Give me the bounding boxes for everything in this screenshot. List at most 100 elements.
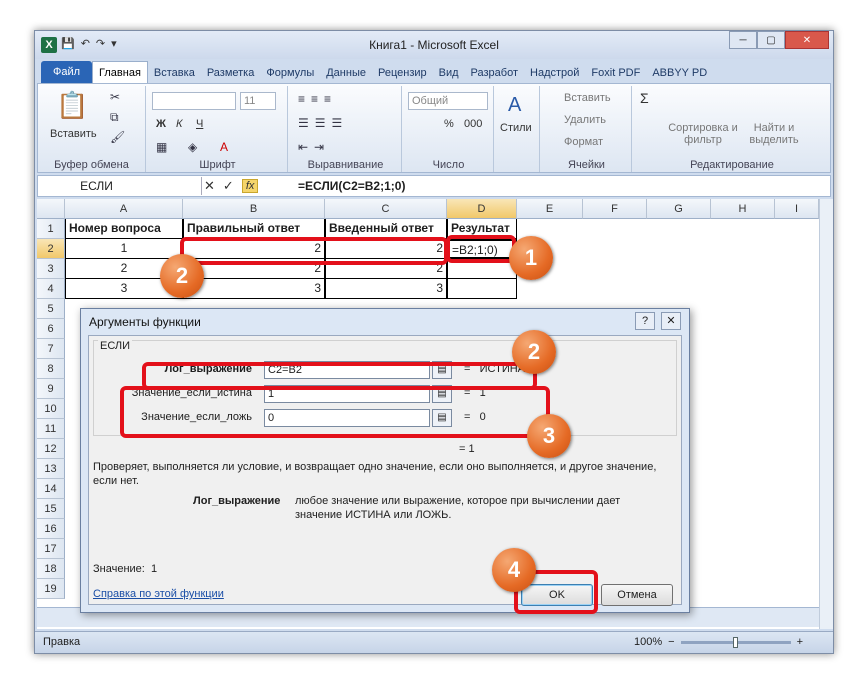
dialog-close-button[interactable]: ✕ <box>661 312 681 330</box>
tab-home[interactable]: Главная <box>92 61 148 83</box>
format-cells-button[interactable]: Формат <box>564 136 603 148</box>
row-header[interactable]: 12 <box>37 439 65 459</box>
cell-b1[interactable]: Правильный ответ <box>183 219 325 239</box>
percent-button[interactable]: % <box>444 118 454 130</box>
font-color-icon[interactable]: A <box>220 140 228 154</box>
row-header[interactable]: 5 <box>37 299 65 319</box>
zoom-in-button[interactable]: + <box>797 636 803 648</box>
help-button[interactable]: ? <box>635 312 655 330</box>
column-header[interactable]: I <box>775 199 819 219</box>
row-header[interactable]: 18 <box>37 559 65 579</box>
paste-button[interactable]: Вставить <box>50 128 97 140</box>
tab-formulas[interactable]: Формулы <box>260 62 320 83</box>
tab-data[interactable]: Данные <box>320 62 372 83</box>
enter-icon[interactable]: ✓ <box>223 178 234 194</box>
cancel-icon[interactable]: ✕ <box>204 178 215 194</box>
row-header[interactable]: 16 <box>37 519 65 539</box>
select-all[interactable] <box>37 199 65 219</box>
copy-icon[interactable]: ⧉ <box>110 110 119 125</box>
column-header[interactable]: F <box>583 199 647 219</box>
styles-icon[interactable]: A <box>508 94 521 117</box>
tab-review[interactable]: Рецензир <box>372 62 433 83</box>
column-header[interactable]: G <box>647 199 711 219</box>
zoom-slider-knob[interactable] <box>732 636 738 648</box>
cell-a2[interactable]: 1 <box>65 239 183 259</box>
function-help-link[interactable]: Справка по этой функции <box>93 588 224 600</box>
row-header[interactable]: 15 <box>37 499 65 519</box>
column-header[interactable]: C <box>325 199 447 219</box>
row-header[interactable]: 19 <box>37 579 65 599</box>
column-header[interactable]: D <box>447 199 517 219</box>
thousands-button[interactable]: 000 <box>464 118 482 130</box>
cancel-button[interactable]: Отмена <box>601 584 673 606</box>
cut-icon[interactable]: ✂ <box>110 90 120 104</box>
arg-help-text: любое значение или выражение, которое пр… <box>295 495 621 521</box>
number-group-label: Число <box>432 159 465 171</box>
row-header[interactable]: 17 <box>37 539 65 559</box>
zoom-level[interactable]: 100% <box>634 636 662 648</box>
row-header[interactable]: 9 <box>37 379 65 399</box>
column-header[interactable]: E <box>517 199 583 219</box>
formula-bar: ЕСЛИ ✕ ✓ fx =ЕСЛИ(C2=B2;1;0) <box>37 175 831 197</box>
row-header[interactable]: 3 <box>37 259 65 279</box>
font-size-combo[interactable]: 11 <box>240 92 276 110</box>
cell-b4[interactable]: 3 <box>183 279 325 299</box>
tab-foxit[interactable]: Foxit PDF <box>585 62 646 83</box>
tab-abbyy[interactable]: ABBYY PD <box>646 62 713 83</box>
name-box[interactable]: ЕСЛИ <box>42 177 202 195</box>
format-painter-icon[interactable]: 🖌 <box>110 130 125 144</box>
tab-addins[interactable]: Надстрой <box>524 62 585 83</box>
maximize-button[interactable]: ▢ <box>757 31 785 49</box>
font-group-label: Шрифт <box>199 159 236 171</box>
sort-filter-button[interactable]: Сортировка и фильтр <box>668 122 738 146</box>
paste-icon[interactable]: 📋 <box>56 90 88 121</box>
alignment-group: ≡≡≡ ☰☰☰ ⇤⇥ Выравнивание <box>290 86 402 172</box>
autosum-icon[interactable]: Σ <box>640 90 649 106</box>
row-header[interactable]: 6 <box>37 319 65 339</box>
delete-cells-button[interactable]: Удалить <box>564 114 606 126</box>
tab-view[interactable]: Вид <box>433 62 465 83</box>
column-header[interactable]: H <box>711 199 775 219</box>
insert-function-icon[interactable]: fx <box>241 179 259 193</box>
zoom-control: 100% − + <box>634 636 803 648</box>
cell-c1[interactable]: Введенный ответ <box>325 219 447 239</box>
find-select-button[interactable]: Найти и выделить <box>744 122 804 146</box>
tab-developer[interactable]: Разработ <box>465 62 524 83</box>
close-button[interactable]: ✕ <box>785 31 829 49</box>
row-header[interactable]: 2 <box>37 239 65 259</box>
tab-insert[interactable]: Вставка <box>148 62 201 83</box>
bold-button[interactable]: Ж <box>156 118 166 130</box>
italic-button[interactable]: К <box>176 118 182 130</box>
underline-button[interactable]: Ч <box>196 118 203 130</box>
styles-button[interactable]: Стили <box>500 122 532 134</box>
row-header[interactable]: 7 <box>37 339 65 359</box>
formula-input[interactable]: =ЕСЛИ(C2=B2;1;0) <box>298 179 405 193</box>
column-header[interactable]: B <box>183 199 325 219</box>
font-name-combo[interactable] <box>152 92 236 110</box>
row-header[interactable]: 11 <box>37 419 65 439</box>
insert-cells-button[interactable]: Вставить <box>564 92 611 104</box>
zoom-slider[interactable] <box>680 636 791 648</box>
cell-c4[interactable]: 3 <box>325 279 447 299</box>
indent-icons[interactable]: ⇤⇥ <box>298 140 330 154</box>
vertical-scrollbar[interactable] <box>819 199 833 629</box>
tab-page-layout[interactable]: Разметка <box>201 62 261 83</box>
tab-file[interactable]: Файл <box>41 61 93 83</box>
row-header[interactable]: 4 <box>37 279 65 299</box>
align-icons[interactable]: ≡≡≡ <box>298 92 337 106</box>
zoom-out-button[interactable]: − <box>668 636 674 648</box>
minimize-button[interactable]: ─ <box>729 31 757 49</box>
borders-icon[interactable]: ▦ <box>156 140 167 154</box>
row-header[interactable]: 10 <box>37 399 65 419</box>
fill-color-icon[interactable]: ◈ <box>188 140 197 154</box>
halign-icons[interactable]: ☰☰☰ <box>298 116 348 130</box>
step-badge: 4 <box>492 548 536 592</box>
row-header[interactable]: 8 <box>37 359 65 379</box>
row-header[interactable]: 13 <box>37 459 65 479</box>
cell-d4[interactable] <box>447 279 517 299</box>
column-header[interactable]: A <box>65 199 183 219</box>
cell-a1[interactable]: Номер вопроса <box>65 219 183 239</box>
number-format-combo[interactable]: Общий <box>408 92 488 110</box>
row-header[interactable]: 14 <box>37 479 65 499</box>
row-header[interactable]: 1 <box>37 219 65 239</box>
